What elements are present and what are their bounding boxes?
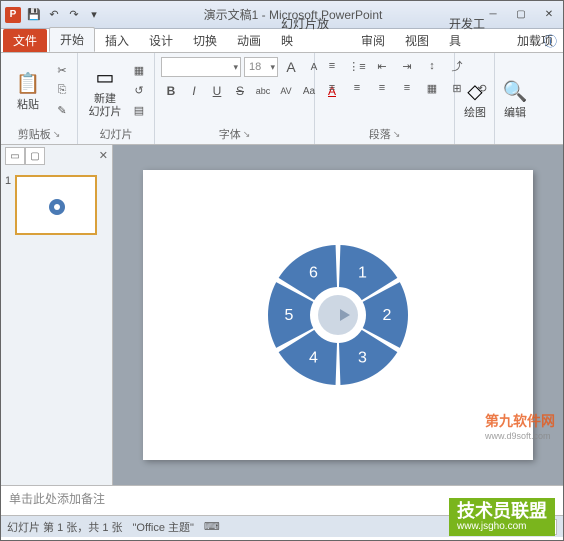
justify-button[interactable]: ≡ — [396, 79, 418, 97]
format-painter-button[interactable]: ✎ — [53, 102, 71, 120]
cycle-segment-label: 6 — [309, 265, 318, 282]
cycle-segment-label: 1 — [358, 265, 367, 282]
cycle-segment-label: 5 — [285, 307, 294, 324]
clipboard-dialog-launcher[interactable]: ↘ — [53, 129, 61, 140]
tab-insert[interactable]: 插入 — [95, 29, 139, 52]
tab-view[interactable]: 视图 — [395, 29, 439, 52]
group-drawing: ◇ 绘图 — [455, 53, 495, 144]
align-left-button[interactable]: ≡ — [321, 79, 343, 97]
bullets-button[interactable]: ≡ — [321, 57, 343, 75]
paragraph-group-label: 段落 — [369, 126, 391, 142]
redo-button[interactable]: ↷ — [65, 6, 83, 24]
tab-slideshow[interactable]: 幻灯片放映 — [271, 12, 351, 52]
help-icon[interactable]: ⓘ — [544, 31, 557, 50]
font-name-combo[interactable] — [161, 57, 241, 77]
group-font: 18 A A B I U S abc AV Aa A 字体↘ — [155, 53, 315, 144]
cycle-diagram[interactable]: 1 2 3 4 5 6 — [258, 235, 418, 395]
spacing-button[interactable]: AV — [276, 81, 296, 101]
cycle-segment-label: 3 — [358, 349, 367, 366]
paste-button[interactable]: 📋 粘贴 — [7, 69, 49, 111]
cycle-segment-label: 2 — [383, 307, 392, 324]
drawing-button[interactable]: ◇ 绘图 — [461, 77, 489, 119]
indent-inc-button[interactable]: ⇥ — [396, 57, 418, 75]
group-paragraph: ≡ ⋮≡ ⇤ ⇥ ↕ ⤴ ≡ ≡ ≡ ≡ ▦ ⊞ ⟲ 段落↘ — [315, 53, 455, 144]
watermark-jsgho-url: www.jsgho.com — [457, 522, 547, 532]
tab-review[interactable]: 审阅 — [351, 29, 395, 52]
watermark-d9soft: 第九软件网 www.d9soft.com — [485, 411, 555, 441]
close-button[interactable]: ✕ — [539, 7, 559, 23]
columns-button[interactable]: ▦ — [421, 79, 443, 97]
editing-label: 编辑 — [504, 107, 526, 119]
thumb-panel-close[interactable]: ✕ — [99, 149, 108, 162]
center-circle — [318, 295, 358, 335]
bold-button[interactable]: B — [161, 81, 181, 101]
new-slide-label: 新建 幻灯片 — [89, 93, 122, 117]
group-slides: ▭ 新建 幻灯片 ▦ ↺ ▤ 幻灯片 — [78, 53, 155, 144]
align-right-button[interactable]: ≡ — [371, 79, 393, 97]
thumb-tab-slides[interactable]: ▭ — [5, 147, 25, 165]
numbering-button[interactable]: ⋮≡ — [346, 57, 368, 75]
group-clipboard: 📋 粘贴 ✂ ⎘ ✎ 剪贴板↘ — [1, 53, 78, 144]
section-button[interactable]: ▤ — [130, 102, 148, 120]
slide-counter: 幻灯片 第 1 张，共 1 张 — [7, 519, 123, 535]
italic-button[interactable]: I — [184, 81, 204, 101]
drawing-label: 绘图 — [464, 107, 486, 119]
indent-dec-button[interactable]: ⇤ — [371, 57, 393, 75]
tab-design[interactable]: 设计 — [139, 29, 183, 52]
underline-button[interactable]: U — [207, 81, 227, 101]
line-spacing-button[interactable]: ↕ — [421, 57, 443, 75]
maximize-button[interactable]: ▢ — [511, 7, 531, 23]
thumbnail-panel: ▭ ▢ ✕ 1 — [1, 145, 113, 485]
cut-button[interactable]: ✂ — [53, 62, 71, 80]
paste-label: 粘贴 — [17, 99, 39, 111]
slides-group-label: 幻灯片 — [100, 126, 133, 142]
qat-more-button[interactable]: ▾ — [85, 6, 103, 24]
ribbon: ⓘ 📋 粘贴 ✂ ⎘ ✎ 剪贴板↘ ▭ 新建 幻灯片 ▦ ↺ ▤ — [1, 53, 563, 145]
watermark-jsgho: 技术员联盟 www.jsgho.com — [449, 498, 555, 536]
workspace: ▭ ▢ ✕ 1 1 2 3 4 5 6 — [1, 145, 563, 485]
thumbnail-item[interactable]: 1 — [5, 175, 108, 235]
tab-transitions[interactable]: 切换 — [183, 29, 227, 52]
watermark-jsgho-main: 技术员联盟 — [457, 502, 547, 520]
tab-developer[interactable]: 开发工具 — [439, 12, 507, 52]
editing-button[interactable]: 🔍 编辑 — [501, 77, 529, 119]
thumb-number: 1 — [5, 175, 11, 235]
thumb-tabs: ▭ ▢ — [5, 147, 45, 165]
tab-file[interactable]: 文件 — [3, 29, 47, 52]
clipboard-group-label: 剪贴板 — [18, 126, 51, 142]
new-slide-icon: ▭ — [91, 63, 119, 91]
language-indicator[interactable]: ⌨ — [204, 520, 220, 533]
thumb-tab-outline[interactable]: ▢ — [25, 147, 45, 165]
align-center-button[interactable]: ≡ — [346, 79, 368, 97]
slide-canvas[interactable]: 1 2 3 4 5 6 — [143, 170, 533, 460]
watermark-d9soft-main: 第九软件网 — [485, 413, 555, 429]
strike-button[interactable]: S — [230, 81, 250, 101]
new-slide-button[interactable]: ▭ 新建 幻灯片 — [84, 63, 126, 117]
ribbon-tabs: 文件 开始 插入 设计 切换 动画 幻灯片放映 审阅 视图 开发工具 加载项 — [1, 29, 563, 53]
shadow-button[interactable]: abc — [253, 81, 273, 101]
paragraph-dialog-launcher[interactable]: ↘ — [393, 129, 401, 140]
undo-button[interactable]: ↶ — [45, 6, 63, 24]
group-editing: 🔍 编辑 — [495, 53, 535, 144]
tab-animations[interactable]: 动画 — [227, 29, 271, 52]
grow-font-button[interactable]: A — [281, 57, 301, 77]
watermark-d9soft-url: www.d9soft.com — [485, 431, 555, 441]
slide-thumbnail[interactable] — [15, 175, 97, 235]
theme-name: "Office 主题" — [133, 519, 194, 535]
find-icon: 🔍 — [501, 77, 529, 105]
mini-diagram-icon — [47, 197, 67, 217]
font-size-combo[interactable]: 18 — [244, 57, 278, 77]
app-icon: P — [5, 7, 21, 23]
shapes-icon: ◇ — [461, 77, 489, 105]
layout-button[interactable]: ▦ — [130, 62, 148, 80]
quick-access-toolbar: 💾 ↶ ↷ ▾ — [25, 6, 103, 24]
clipboard-icon: 📋 — [14, 69, 42, 97]
save-button[interactable]: 💾 — [25, 6, 43, 24]
tab-home[interactable]: 开始 — [49, 27, 95, 52]
font-dialog-launcher[interactable]: ↘ — [243, 129, 251, 140]
copy-button[interactable]: ⎘ — [53, 82, 71, 100]
reset-button[interactable]: ↺ — [130, 82, 148, 100]
font-group-label: 字体 — [219, 126, 241, 142]
cycle-segment-label: 4 — [309, 349, 318, 366]
